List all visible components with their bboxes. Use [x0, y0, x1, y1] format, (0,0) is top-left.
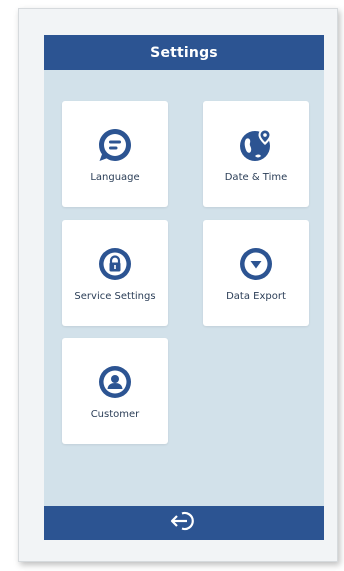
globe-pin-icon	[238, 127, 274, 163]
chat-bubble-icon	[97, 127, 133, 163]
service-settings-tile[interactable]: Service Settings	[62, 220, 168, 326]
lock-icon	[97, 246, 133, 282]
service-settings-label: Service Settings	[74, 291, 156, 302]
data-export-label: Data Export	[226, 291, 286, 302]
data-export-tile[interactable]: Data Export	[203, 220, 309, 326]
user-icon	[97, 364, 133, 400]
date-time-label: Date & Time	[224, 172, 288, 183]
date-time-tile[interactable]: Date & Time	[203, 101, 309, 207]
title-bar: Settings	[44, 35, 324, 70]
bottom-bar	[44, 506, 324, 540]
language-tile[interactable]: Language	[62, 101, 168, 207]
customer-tile[interactable]: Customer	[62, 338, 168, 444]
download-arrow-icon	[238, 246, 274, 282]
customer-label: Customer	[90, 409, 140, 420]
back-arrow-icon	[168, 509, 200, 537]
back-button[interactable]	[164, 508, 204, 538]
language-label: Language	[90, 172, 140, 183]
page-title: Settings	[150, 44, 218, 61]
settings-screen: Settings Language Date & Time Service Se…	[44, 35, 324, 540]
